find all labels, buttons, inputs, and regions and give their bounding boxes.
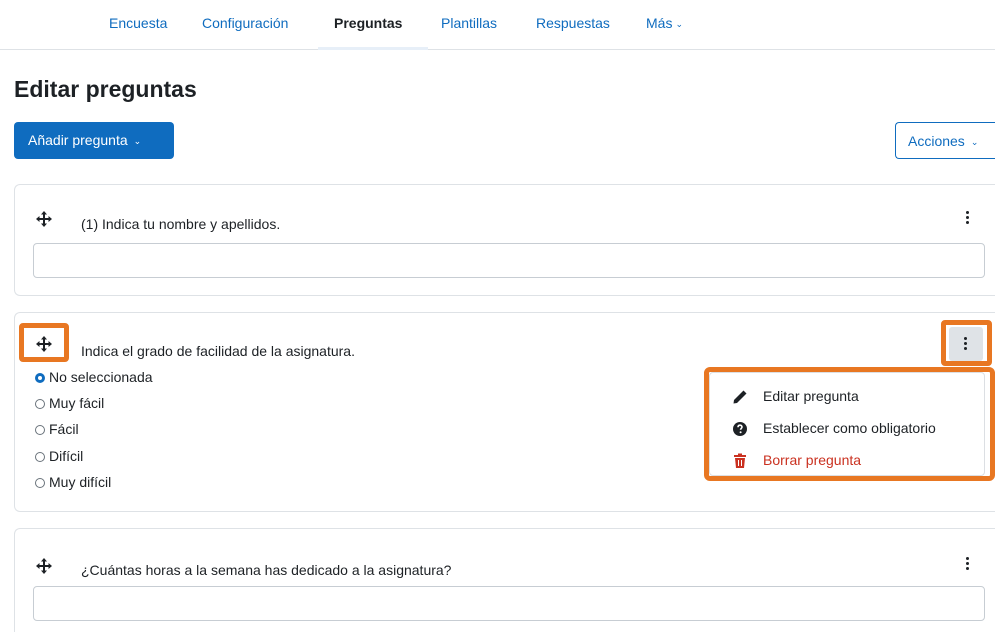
chevron-down-icon: ⌄ — [970, 136, 979, 147]
move-icon[interactable] — [36, 336, 52, 352]
menu-item-label: Establecer como obligatorio — [763, 420, 936, 436]
trash-icon — [734, 453, 746, 468]
move-icon[interactable] — [36, 211, 52, 227]
tab-respuestas[interactable]: Respuestas — [536, 15, 610, 31]
radio-label: Difícil — [49, 448, 84, 464]
question-card: (1) Indica tu nombre y apellidos. — [14, 184, 995, 296]
actions-label: Acciones — [908, 133, 965, 149]
add-question-label: Añadir pregunta — [28, 132, 128, 148]
move-icon[interactable] — [36, 558, 52, 574]
dropdown-menu: Editar pregunta Establecer como obligato… — [709, 372, 985, 476]
question-text: Indica el grado de facilidad de la asign… — [81, 343, 355, 359]
tab-plantillas[interactable]: Plantillas — [441, 15, 497, 31]
tab-encuesta[interactable]: Encuesta — [109, 15, 167, 31]
question-actions-button[interactable] — [949, 327, 983, 361]
page-title: Editar preguntas — [14, 76, 197, 102]
radio-label: Muy difícil — [49, 474, 112, 490]
radio-checked-icon[interactable] — [35, 373, 45, 383]
radio-label: Fácil — [49, 421, 79, 437]
radio-option[interactable]: Difícil — [35, 448, 83, 464]
radio-icon[interactable] — [35, 425, 45, 435]
actions-button[interactable]: Acciones ⌄ — [895, 122, 995, 159]
radio-icon[interactable] — [35, 478, 45, 488]
question-actions-menu: Editar pregunta Establecer como obligato… — [704, 367, 995, 481]
question-text: (1) Indica tu nombre y apellidos. — [81, 216, 281, 232]
question-card: ¿Cuántas horas a la semana has dedicado … — [14, 528, 995, 632]
active-tab-indicator — [318, 47, 428, 50]
radio-option[interactable]: Muy difícil — [35, 474, 111, 490]
radio-icon[interactable] — [35, 452, 45, 462]
kebab-menu-icon[interactable] — [966, 557, 970, 571]
answer-input[interactable] — [33, 586, 985, 621]
menu-item-label: Editar pregunta — [763, 388, 859, 404]
tab-mas[interactable]: Más ⌄ — [646, 15, 683, 31]
add-question-button[interactable]: Añadir pregunta ⌄ — [14, 122, 174, 159]
answer-input[interactable] — [33, 243, 985, 278]
chevron-down-icon: ⌄ — [675, 18, 683, 29]
radio-option[interactable]: No seleccionada — [35, 369, 153, 385]
radio-label: Muy fácil — [49, 395, 105, 411]
question-text: ¿Cuántas horas a la semana has dedicado … — [81, 562, 452, 578]
kebab-menu-icon[interactable] — [966, 211, 970, 225]
radio-option[interactable]: Fácil — [35, 421, 79, 437]
tab-preguntas[interactable]: Preguntas — [334, 15, 402, 31]
pencil-icon — [733, 390, 747, 404]
tab-mas-label: Más — [646, 15, 673, 31]
radio-option[interactable]: Muy fácil — [35, 395, 104, 411]
menu-item-label: Borrar pregunta — [763, 452, 862, 468]
radio-icon[interactable] — [35, 399, 45, 409]
radio-label: No seleccionada — [49, 369, 153, 385]
chevron-down-icon: ⌄ — [133, 135, 142, 146]
secondary-navigation: Encuesta Configuración Preguntas Plantil… — [0, 0, 995, 50]
kebab-menu-icon — [964, 337, 968, 351]
question-circle-icon — [733, 422, 747, 436]
tab-configuracion[interactable]: Configuración — [202, 15, 288, 31]
